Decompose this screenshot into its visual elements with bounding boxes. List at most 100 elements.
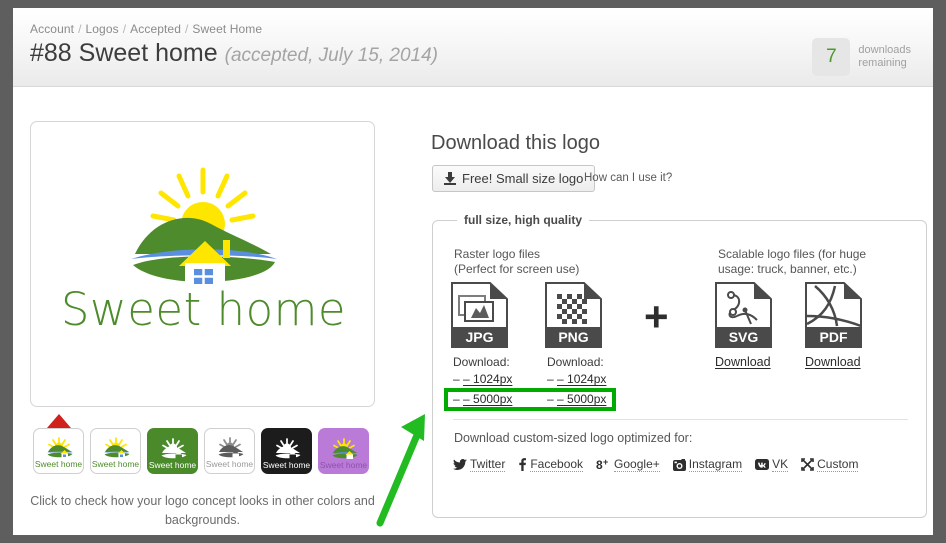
downloads-remaining-label: downloads remaining — [858, 44, 911, 70]
thumbnail-caption: Sweet home — [34, 459, 83, 469]
social-label-vk: VK — [772, 457, 789, 472]
thumbnail-black[interactable]: Sweet home — [261, 428, 312, 474]
svg-file-card[interactable]: SVG — [715, 282, 772, 353]
png-download-label: Download: — [547, 355, 604, 369]
free-small-logo-label: Free! Small size logo — [462, 171, 584, 186]
logo-preview-box[interactable]: Sweet home — [30, 121, 375, 407]
instagram-icon — [672, 458, 686, 471]
thumbnail-green[interactable]: Sweet home — [147, 428, 198, 474]
downloads-label-line1: downloads — [858, 44, 911, 56]
thumbnails-hint: Click to check how your logo concept loo… — [30, 494, 375, 527]
highlight-rectangle — [444, 388, 616, 411]
thumbnail-white-2[interactable]: Sweet home — [90, 428, 141, 474]
section-divider — [453, 419, 908, 420]
download-section-title: Download this logo — [431, 132, 600, 154]
raster-heading-line2: (Perfect for screen use) — [454, 262, 580, 276]
raster-files-heading: Raster logo files (Perfect for screen us… — [454, 247, 644, 277]
breadcrumb-item-accepted[interactable]: Accepted — [130, 22, 181, 36]
svg-text:8: 8 — [596, 458, 603, 471]
thumbnail-caption: Sweet home — [262, 460, 311, 470]
mini-logo-icon — [46, 437, 73, 458]
social-link-twitter[interactable]: Twitter — [453, 457, 506, 472]
jpg-size-1024-label: – 1024px — [463, 372, 513, 386]
breadcrumb: Account / Logos / Accepted / Sweet Home — [30, 22, 262, 36]
googleplus-icon: 8 + — [596, 458, 611, 471]
social-label-googleplus: Google+ — [614, 457, 660, 472]
social-label-custom: Custom — [817, 457, 859, 472]
how-can-i-use-it-link[interactable]: How can I use it? — [584, 172, 672, 184]
page-title-text: #88 Sweet home — [30, 39, 218, 67]
breadcrumb-item-logos[interactable]: Logos — [86, 22, 119, 36]
vector-files-heading: Scalable logo files (for huge usage: tru… — [718, 247, 918, 277]
jpg-download-label: Download: — [453, 355, 510, 369]
social-link-facebook[interactable]: Facebook — [518, 457, 584, 472]
download-icon — [444, 172, 456, 185]
pdf-file-icon: PDF — [805, 282, 862, 348]
social-link-custom[interactable]: Custom — [801, 457, 859, 472]
social-label-twitter: Twitter — [470, 457, 506, 472]
downloads-count-badge: 7 — [812, 38, 851, 76]
vector-heading-line2: usage: truck, banner, etc.) — [718, 262, 857, 276]
resize-icon — [801, 458, 814, 471]
twitter-icon — [453, 458, 467, 471]
downloads-label-line2: remaining — [858, 57, 907, 69]
vk-icon — [755, 459, 770, 470]
breadcrumb-separator: / — [78, 22, 82, 36]
breadcrumb-separator: / — [184, 22, 189, 36]
breadcrumb-separator: / — [122, 22, 127, 36]
pdf-download-link[interactable]: Download — [805, 355, 861, 369]
logo-wordmark: Sweet home — [60, 283, 347, 336]
free-small-logo-button[interactable]: Free! Small size logo — [432, 165, 596, 192]
png-size-1024[interactable]: – – 1024px — [547, 372, 606, 386]
thumbnail-white[interactable]: Sweet home — [33, 428, 84, 474]
social-link-vk[interactable]: VK — [755, 457, 789, 472]
vector-heading-line1: Scalable logo files (for huge — [718, 247, 867, 261]
page-card: Account / Logos / Accepted / Sweet Home #88 Sw… — [13, 8, 933, 535]
social-label-facebook: Facebook — [530, 457, 584, 472]
social-label-instagram: Instagram — [688, 457, 743, 472]
thumbnail-white-gray[interactable]: Sweet home — [204, 428, 255, 474]
png-file-card[interactable]: PNG — [545, 282, 602, 353]
custom-size-title: Download custom-sized logo optimized for… — [454, 431, 693, 445]
breadcrumb-item-sweet-home[interactable]: Sweet Home — [192, 22, 262, 36]
mini-logo-icon — [275, 438, 300, 459]
mini-logo-icon — [218, 437, 243, 458]
svg-text:PNG: PNG — [558, 329, 588, 345]
page-header: Account / Logos / Accepted / Sweet Home #88 Sw… — [13, 8, 933, 87]
pdf-file-card[interactable]: PDF — [805, 282, 862, 353]
logo-illustration — [131, 167, 277, 291]
png-file-icon: PNG — [545, 282, 602, 348]
svg-text:+: + — [603, 458, 608, 467]
social-link-googleplus[interactable]: 8 + Google+ — [596, 457, 660, 472]
jpg-size-1024[interactable]: – – 1024px — [453, 372, 512, 386]
thumbnail-caption: Sweet home — [319, 460, 368, 470]
svg-file-icon: SVG — [715, 282, 772, 348]
plus-separator: + — [644, 293, 669, 340]
jpg-file-card[interactable]: JPG — [451, 282, 508, 353]
facebook-icon — [518, 458, 527, 471]
selected-thumbnail-marker — [47, 414, 71, 428]
color-variant-thumbnails: Sweet home Sweet home Sweet home Sweet h… — [33, 428, 369, 474]
thumbnail-caption: Sweet home — [91, 459, 140, 469]
mini-logo-icon — [161, 438, 186, 459]
mini-logo-icon — [103, 437, 130, 458]
social-link-instagram[interactable]: Instagram — [672, 457, 743, 472]
raster-heading-line1: Raster logo files — [454, 247, 541, 261]
fieldset-legend: full size, high quality — [457, 213, 590, 227]
thumbnail-caption: Sweet home — [148, 460, 197, 470]
thumbnail-caption: Sweet home — [205, 459, 254, 469]
page-title: #88 Sweet home (accepted, July 15, 2014) — [30, 39, 438, 68]
downloads-remaining: 7 downloads remaining — [812, 37, 911, 77]
jpg-file-icon: JPG — [451, 282, 508, 348]
mini-logo-icon — [331, 438, 358, 459]
svg-text:PDF: PDF — [820, 329, 848, 345]
svg-download-link[interactable]: Download — [715, 355, 771, 369]
svg-text:JPG: JPG — [465, 329, 493, 345]
thumbnail-purple[interactable]: Sweet home — [318, 428, 369, 474]
page-title-status: (accepted, July 15, 2014) — [224, 45, 438, 66]
logo-artwork — [31, 162, 376, 302]
png-size-1024-label: – 1024px — [557, 372, 607, 386]
breadcrumb-item-account[interactable]: Account — [30, 22, 74, 36]
annotation-arrow — [376, 414, 425, 527]
svg-text:SVG: SVG — [729, 329, 759, 345]
